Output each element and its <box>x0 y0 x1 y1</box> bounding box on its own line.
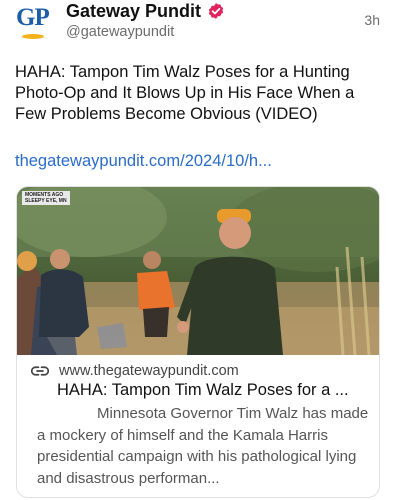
card-domain: www.thegatewaypundit.com <box>59 363 239 379</box>
card-title[interactable]: HAHA: Tampon Tim Walz Poses for a ... <box>57 381 373 400</box>
avatar-swoosh <box>22 34 44 39</box>
avatar[interactable]: GP <box>14 2 56 44</box>
author-handle[interactable]: @gatewaypundit <box>66 24 174 40</box>
avatar-logo-text: GP <box>16 4 50 31</box>
image-location-overlay: MOMENTS AGO SLEEPY EYE, MN <box>22 191 70 205</box>
post-timestamp: 3h <box>364 12 380 28</box>
link-preview-card[interactable]: MOMENTS AGO SLEEPY EYE, MN www.thegatewa… <box>16 186 380 498</box>
verified-badge-icon <box>208 3 224 19</box>
card-description: Minnesota Governor Tim Walz has made a m… <box>37 405 369 487</box>
post[interactable]: GP Gateway Pundit @gatewaypundit 3h HAHA… <box>0 0 396 500</box>
author-row: Gateway Pundit <box>66 0 225 22</box>
post-link[interactable]: thegatewaypundit.com/2024/10/h... <box>15 152 272 171</box>
card-domain-row: www.thegatewaypundit.com <box>31 363 239 379</box>
author-name[interactable]: Gateway Pundit <box>66 1 201 22</box>
post-text: HAHA: Tampon Tim Walz Poses for a Huntin… <box>15 63 355 123</box>
overlay-line-2: SLEEPY EYE, MN <box>25 198 67 204</box>
card-image[interactable] <box>17 187 380 355</box>
link-chain-icon <box>31 366 49 376</box>
